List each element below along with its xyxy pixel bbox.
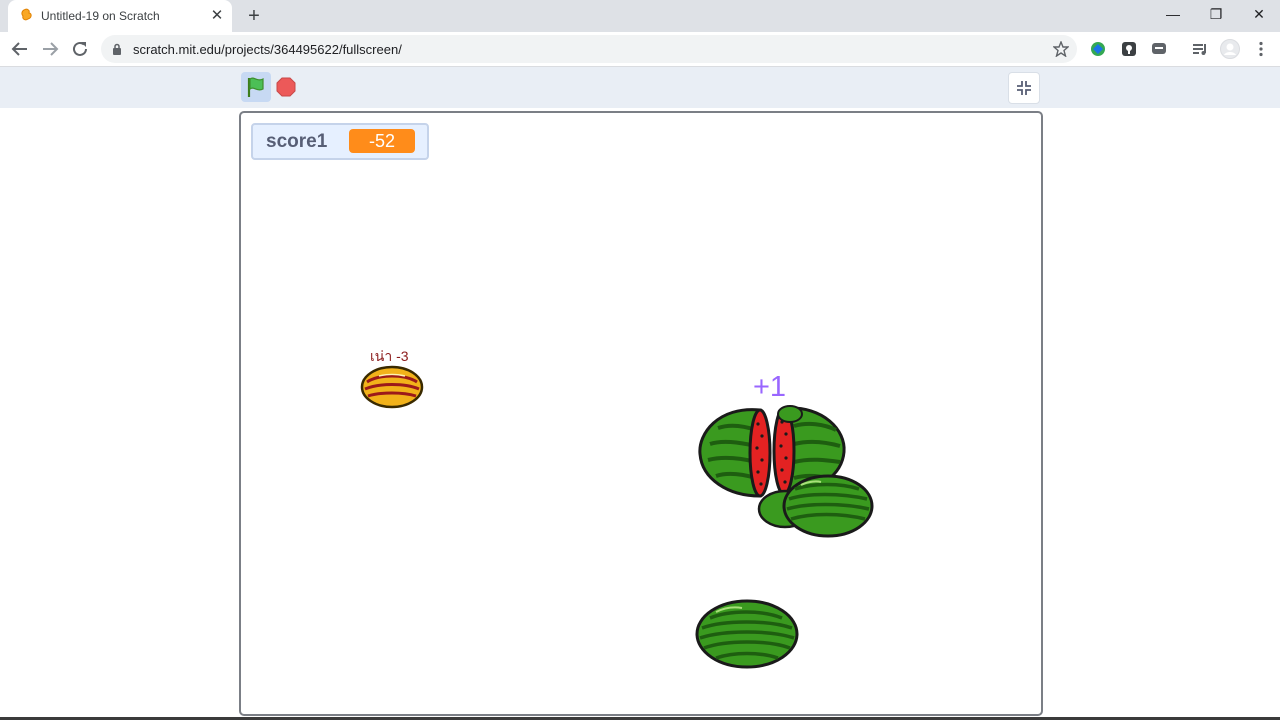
green-flag-button[interactable] — [241, 72, 271, 102]
rotten-melon-sprite[interactable] — [359, 364, 425, 410]
watermelon-sprite-bottom[interactable] — [694, 598, 800, 670]
chat-extension-icon[interactable] — [1150, 40, 1168, 58]
restore-button[interactable]: ❐ — [1193, 0, 1239, 30]
green-flag-icon — [247, 77, 264, 97]
scratch-favicon-icon — [21, 8, 32, 21]
stage[interactable]: score1 -52 เน่า -3 +1 — [239, 111, 1043, 716]
exit-fullscreen-button[interactable] — [1008, 72, 1040, 104]
browser-toolbar: scratch.mit.edu/projects/364495622/fulls… — [0, 32, 1280, 67]
player-controls-bar — [0, 67, 1280, 108]
watermelon-sprite-front[interactable] — [781, 473, 875, 539]
back-icon[interactable] — [8, 37, 32, 61]
tab-title: Untitled-19 on Scratch — [41, 9, 160, 23]
variable-monitor: score1 -52 — [251, 123, 429, 160]
variable-value: -52 — [349, 129, 415, 153]
minimize-button[interactable]: — — [1150, 0, 1196, 30]
plus-one-text: +1 — [753, 371, 787, 403]
exit-fullscreen-icon — [1017, 81, 1031, 95]
bookmark-star-icon[interactable] — [1053, 41, 1069, 57]
profile-avatar-icon[interactable] — [1220, 39, 1240, 59]
address-bar[interactable]: scratch.mit.edu/projects/364495622/fulls… — [101, 35, 1077, 63]
stop-sign-icon[interactable] — [276, 77, 296, 97]
window-close-button[interactable]: ✕ — [1236, 0, 1280, 30]
browser-tab[interactable]: Untitled-19 on Scratch ✕ — [8, 0, 232, 32]
extension-icon[interactable] — [1089, 40, 1107, 58]
tab-close-icon[interactable]: ✕ — [208, 7, 226, 25]
url-text: scratch.mit.edu/projects/364495622/fulls… — [133, 42, 402, 57]
reload-icon[interactable] — [68, 37, 92, 61]
password-manager-icon[interactable] — [1120, 40, 1138, 58]
more-menu-icon[interactable] — [1252, 40, 1270, 58]
media-control-icon[interactable] — [1191, 40, 1209, 58]
forward-icon[interactable] — [38, 37, 62, 61]
variable-name: score1 — [266, 131, 328, 152]
lock-icon — [113, 43, 121, 55]
new-tab-button[interactable]: + — [243, 5, 265, 27]
browser-tab-bar: Untitled-19 on Scratch ✕ + — ❐ ✕ — [0, 0, 1280, 32]
